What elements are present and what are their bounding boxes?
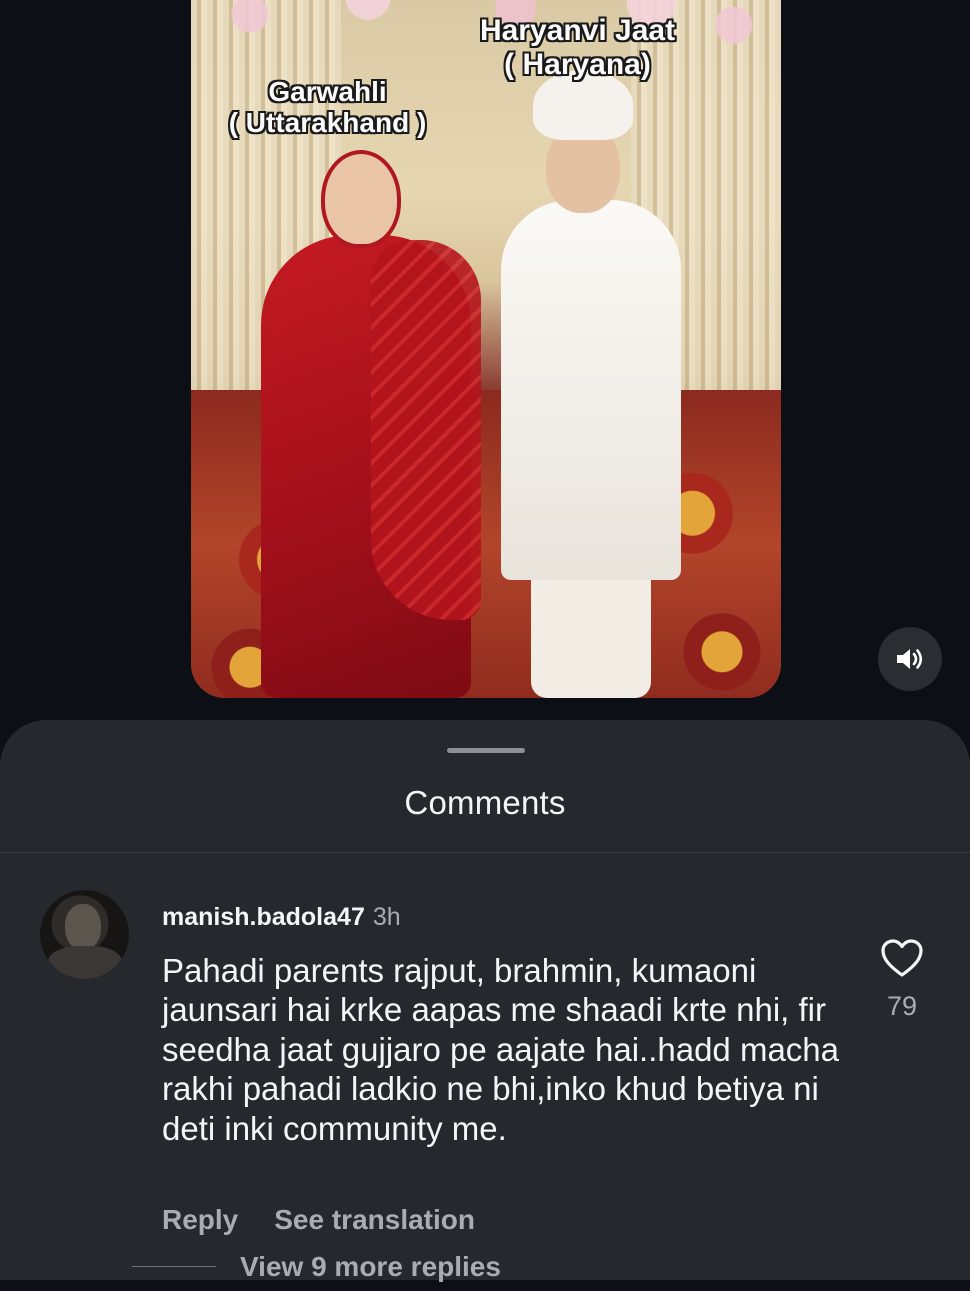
like-button[interactable] bbox=[880, 938, 924, 982]
comment-text: Pahadi parents rajput, brahmin, kumaoni … bbox=[162, 952, 839, 1147]
comment-username[interactable]: manish.badola47 bbox=[162, 903, 365, 931]
heart-icon bbox=[881, 939, 923, 977]
see-translation-button[interactable]: See translation bbox=[274, 1204, 475, 1235]
comment-header: manish.badola47 3h bbox=[162, 903, 401, 932]
groom-figure bbox=[491, 70, 691, 698]
comment-timestamp: 3h bbox=[372, 903, 401, 931]
video-caption-right: Haryanvi Jaat ( Haryana) bbox=[479, 14, 676, 81]
bride-figure bbox=[251, 150, 481, 698]
video-caption-left: Garwahli ( Uttarakhand ) bbox=[228, 76, 427, 139]
view-more-replies-button[interactable]: View 9 more replies bbox=[240, 1251, 501, 1283]
sheet-drag-handle[interactable] bbox=[447, 748, 525, 753]
comment-item: manish.badola47 3h Pahadi parents rajput,… bbox=[0, 853, 970, 1280]
avatar[interactable] bbox=[40, 890, 129, 979]
comments-title: Comments bbox=[404, 784, 566, 821]
sound-button[interactable] bbox=[878, 627, 942, 691]
reply-button[interactable]: Reply bbox=[162, 1204, 238, 1235]
comments-sheet: Comments manish.badola47 3h Pahadi parent… bbox=[0, 720, 970, 1283]
speaker-icon bbox=[897, 649, 923, 669]
video-area: Garwahli ( Uttarakhand ) Haryanvi Jaat (… bbox=[0, 0, 970, 722]
replies-divider-line bbox=[132, 1266, 216, 1267]
comment-actions: Reply See translation bbox=[162, 1204, 475, 1236]
like-count: 79 bbox=[886, 991, 918, 1021]
